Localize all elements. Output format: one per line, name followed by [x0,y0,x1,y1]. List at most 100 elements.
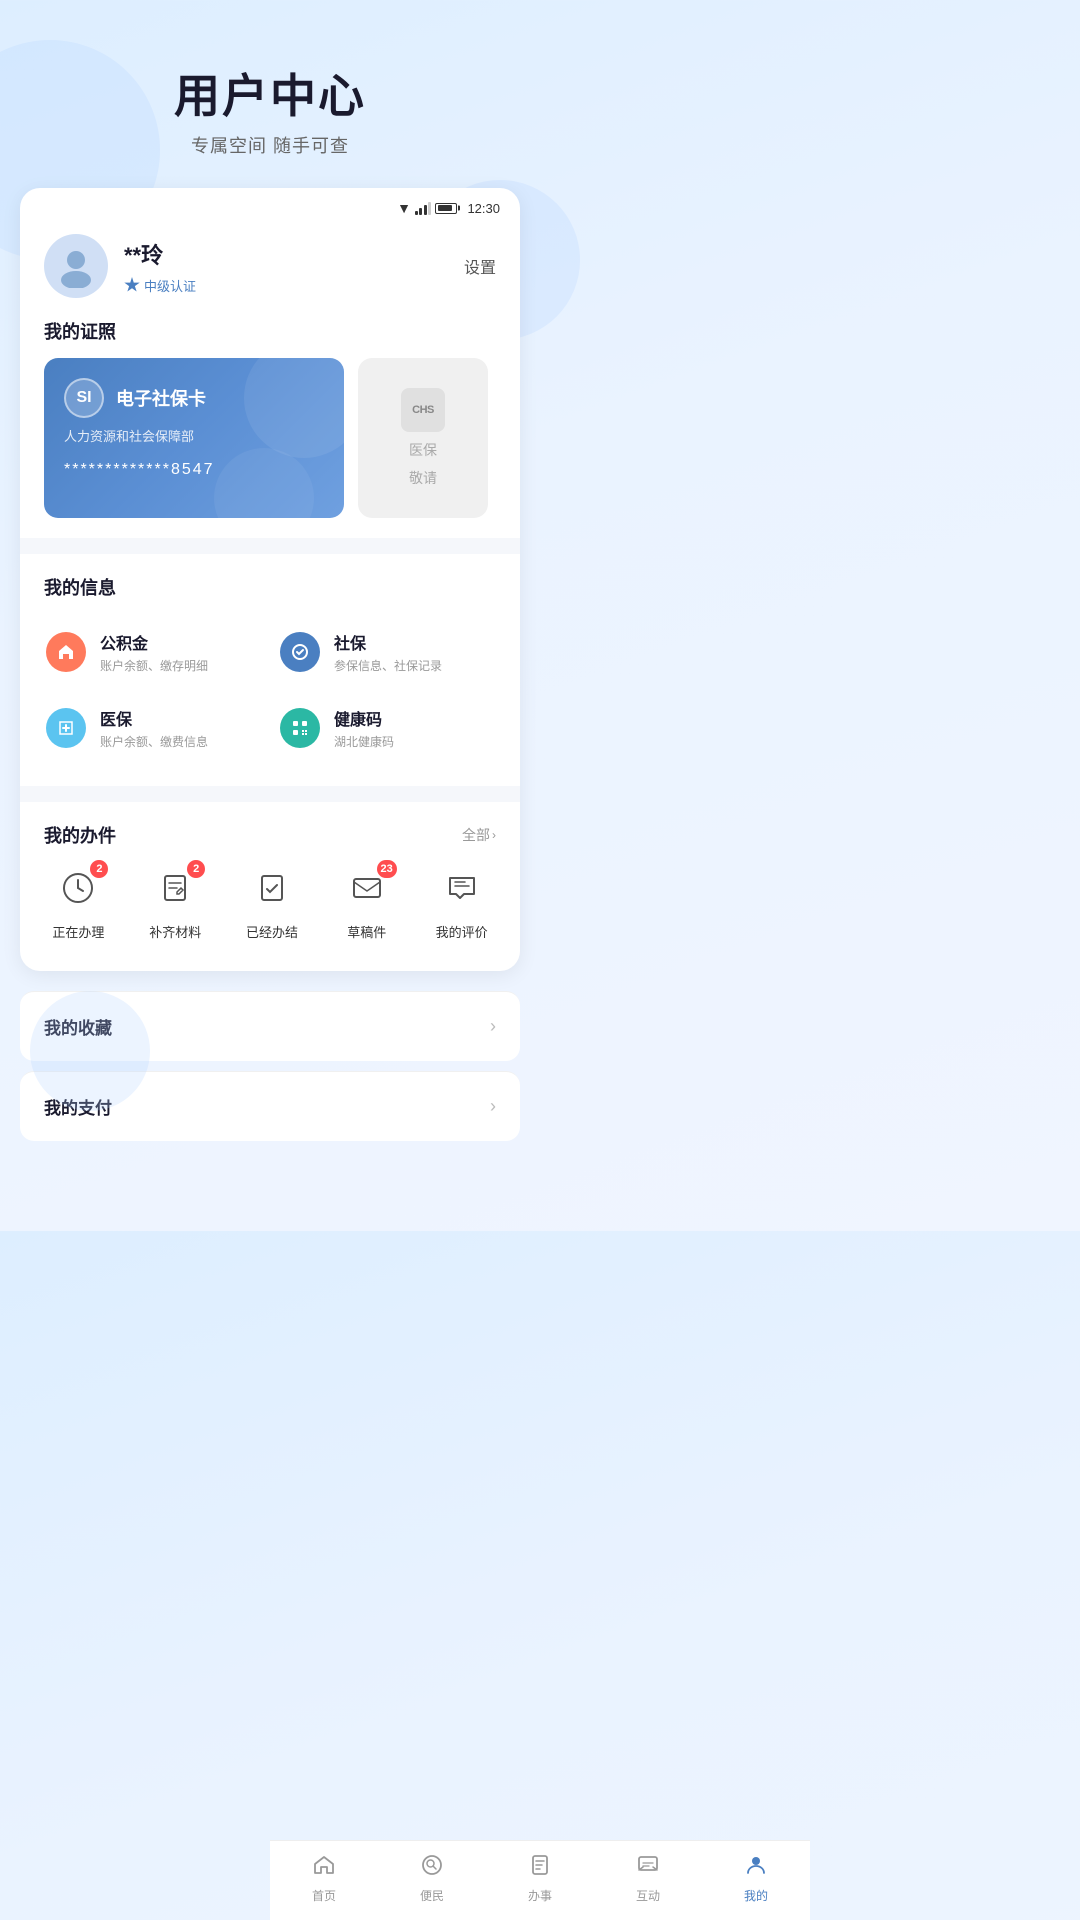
home-icon [312,1853,336,1883]
view-all-arrow-icon: › [492,828,496,842]
supplement-badge: 2 [187,860,205,878]
task-completed-label: 已经办结 [246,922,298,941]
sb-desc: 参保信息、社保记录 [334,657,442,674]
profile-section: **玲 中级认证 设置 [20,224,520,318]
battery-icon [435,203,457,214]
nav-interact-label: 互动 [636,1887,660,1904]
profile-name: **玲 [124,238,196,270]
task-supplement-label: 补齐材料 [149,922,201,941]
medical-card-text: 医保 [409,440,437,460]
avatar[interactable] [44,234,108,298]
yb-icon [46,708,86,748]
collections-arrow-icon: › [490,1016,496,1037]
payment-arrow-icon: › [490,1096,496,1117]
nav-mine[interactable]: 我的 [702,1841,810,1920]
certification-badge: 中级认证 [124,276,196,295]
info-grid: 公积金 账户余额、缴存明细 社保 参保信息、社保记录 [20,614,520,766]
bottom-nav: 首页 便民 办事 互动 [270,1840,810,1920]
task-draft[interactable]: 23 草稿件 [333,864,401,941]
info-item-yb[interactable]: 医保 账户余额、缴费信息 [36,690,270,766]
nav-tasks[interactable]: 办事 [486,1841,594,1920]
sb-label: 社保 [334,630,442,654]
jkm-label: 健康码 [334,706,394,730]
jkm-desc: 湖北健康码 [334,733,394,750]
jkm-icon [280,708,320,748]
my-collections-label: 我的收藏 [44,1014,112,1039]
yb-label: 医保 [100,706,208,730]
my-info-section: 我的信息 公积金 账户余额、缴存明细 [20,546,520,786]
section-divider-2 [20,786,520,794]
social-insurance-card[interactable]: SI 电子社保卡 人力资源和社会保障部 *************8547 [44,358,344,518]
main-card: ▼ 12:30 [20,188,520,971]
task-processing-icon-wrap: 2 [54,864,102,912]
draft-badge: 23 [377,860,397,878]
task-completed[interactable]: 已经办结 [236,864,308,941]
wifi-icon: ▼ [397,200,411,216]
nav-convenience-label: 便民 [420,1887,444,1904]
page-subtitle: 专属空间 随手可查 [20,132,520,158]
task-review[interactable]: 我的评价 [426,864,498,941]
medical-card-subtext: 敬请 [409,468,437,488]
nav-tasks-label: 办事 [528,1887,552,1904]
status-icons: ▼ [397,200,457,216]
task-review-icon-wrap [438,864,486,912]
tasks-grid: 2 正在办理 2 补齐材料 [20,864,520,951]
profile-info: **玲 中级认证 [124,238,196,295]
card-name: 电子社保卡 [116,385,206,411]
section-divider-1 [20,538,520,546]
task-draft-icon-wrap: 23 [343,864,391,912]
my-collections-row[interactable]: 我的收藏 › [20,991,520,1061]
my-payment-row[interactable]: 我的支付 › [20,1071,520,1141]
card-org: 人力资源和社会保障部 [64,426,324,445]
nav-mine-label: 我的 [744,1887,768,1904]
gjj-info: 公积金 账户余额、缴存明细 [100,630,208,674]
nav-interact[interactable]: 互动 [594,1841,702,1920]
info-item-sb[interactable]: 社保 参保信息、社保记录 [270,614,504,690]
info-item-jkm[interactable]: 健康码 湖北健康码 [270,690,504,766]
page-header: 用户中心 专属空间 随手可查 [0,0,540,188]
view-all-button[interactable]: 全部 › [462,825,496,845]
page-title: 用户中心 [20,60,520,126]
comment-icon [442,868,482,908]
gjj-label: 公积金 [100,630,208,654]
nav-home[interactable]: 首页 [270,1841,378,1920]
medical-card[interactable]: CHS 医保 敬请 [358,358,488,518]
search-circle-icon [420,1853,444,1883]
my-cards-section: 我的证照 SI 电子社保卡 人力资源和社会保障部 *************85… [20,318,520,538]
tasks-section-header: 我的办件 全部 › [20,822,520,864]
task-review-label: 我的评价 [436,922,488,941]
sb-icon [280,632,320,672]
status-bar: ▼ 12:30 [20,188,520,224]
cert-star-icon [124,277,140,293]
my-cards-title: 我的证照 [20,318,520,358]
task-draft-label: 草稿件 [347,922,386,941]
yb-info: 医保 账户余额、缴费信息 [100,706,208,750]
card-logo: SI [64,378,104,418]
info-item-gjj[interactable]: 公积金 账户余额、缴存明细 [36,614,270,690]
my-payment-label: 我的支付 [44,1094,112,1119]
my-tasks-section: 我的办件 全部 › 2 [20,794,520,971]
nav-convenience[interactable]: 便民 [378,1841,486,1920]
sb-info: 社保 参保信息、社保记录 [334,630,442,674]
chat-icon [636,1853,660,1883]
task-completed-icon-wrap [248,864,296,912]
doc-check-icon [252,868,292,908]
card-header: SI 电子社保卡 [64,378,324,418]
task-processing[interactable]: 2 正在办理 [42,864,114,941]
certification-label: 中级认证 [144,276,196,295]
jkm-info: 健康码 湖北健康码 [334,706,394,750]
task-supplement[interactable]: 2 补齐材料 [139,864,211,941]
task-processing-label: 正在办理 [52,922,104,941]
task-supplement-icon-wrap: 2 [151,864,199,912]
user-icon [744,1853,768,1883]
view-all-label: 全部 [462,825,490,845]
processing-badge: 2 [90,860,108,878]
nav-home-label: 首页 [312,1887,336,1904]
settings-button[interactable]: 设置 [464,254,496,278]
yb-desc: 账户余额、缴费信息 [100,733,208,750]
medical-card-logo: CHS [401,388,445,432]
signal-bars-icon [415,201,432,215]
gjj-icon [46,632,86,672]
tasks-title: 我的办件 [44,822,116,848]
card-number: *************8547 [64,461,324,479]
